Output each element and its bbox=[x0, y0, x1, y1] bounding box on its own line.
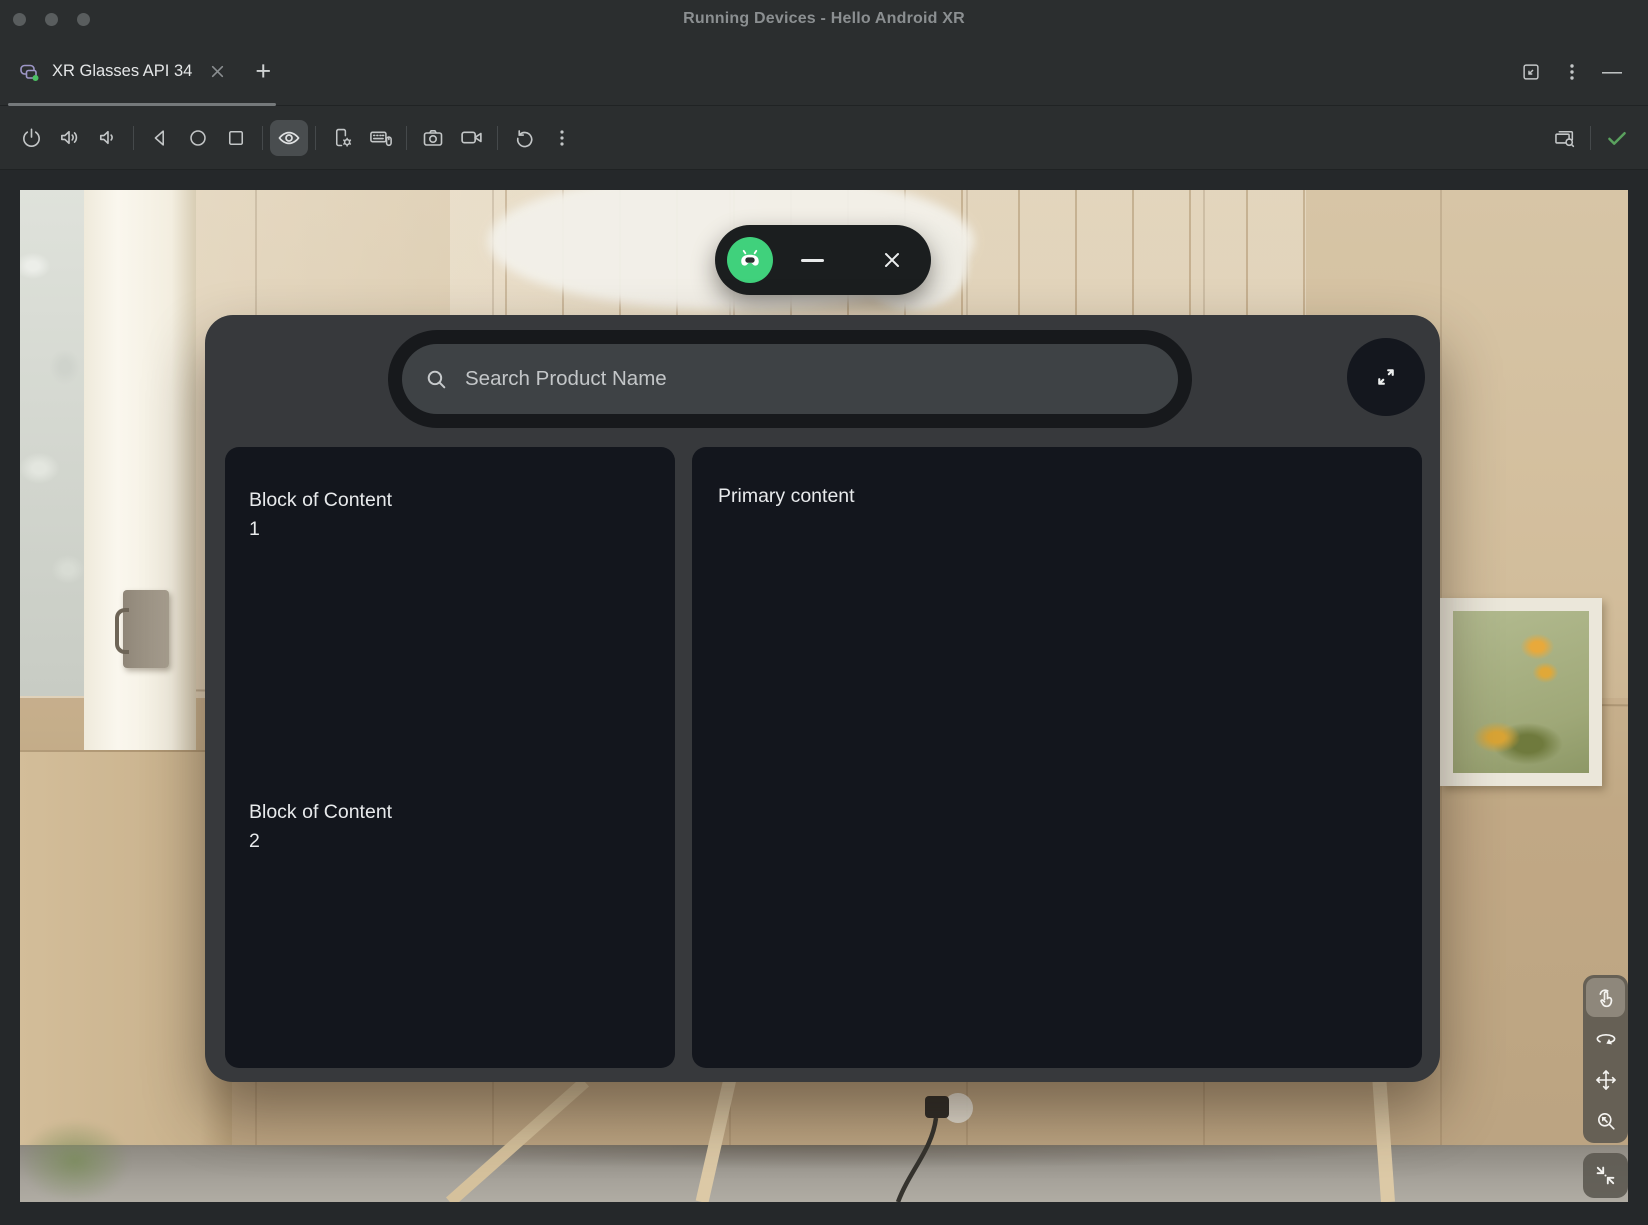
scene-picture-frame bbox=[1440, 598, 1602, 786]
close-tab-icon[interactable] bbox=[210, 64, 225, 79]
toolbar-separator bbox=[315, 126, 316, 150]
pan-mode-icon[interactable] bbox=[1586, 1060, 1625, 1099]
xr-view-mode-toolbar bbox=[1583, 975, 1628, 1143]
active-tab-indicator bbox=[8, 103, 276, 106]
screenshot-icon[interactable] bbox=[414, 120, 452, 156]
dock-window-icon[interactable] bbox=[1520, 61, 1542, 83]
device-ready-check-icon[interactable] bbox=[1598, 120, 1636, 156]
search-input[interactable] bbox=[463, 366, 1156, 392]
scene-door-handle-plate bbox=[123, 590, 169, 668]
search-bar-container bbox=[388, 330, 1192, 428]
volume-up-icon[interactable] bbox=[50, 120, 88, 156]
tab-bar: XR Glasses API 34 + — bbox=[0, 38, 1648, 106]
toolbar-separator bbox=[497, 126, 498, 150]
toolbar-separator bbox=[406, 126, 407, 150]
close-env-icon[interactable] bbox=[852, 249, 931, 271]
primary-content-label: Primary content bbox=[718, 485, 855, 508]
headset-status-icon bbox=[727, 237, 773, 283]
block-index: 2 bbox=[249, 827, 651, 855]
scene-painting bbox=[1453, 611, 1589, 773]
overview-icon[interactable] bbox=[217, 120, 255, 156]
emulator-display[interactable]: Block of Content 1 Block of Content 2 Pr… bbox=[20, 190, 1628, 1202]
xr-glasses-device-icon bbox=[18, 60, 42, 84]
scene-floor-shadow bbox=[200, 1145, 1440, 1175]
minimize-env-icon[interactable] bbox=[773, 258, 852, 263]
orbit-mode-icon[interactable] bbox=[1586, 1019, 1625, 1058]
toolbar-separator bbox=[1590, 126, 1591, 150]
eye-icon[interactable] bbox=[270, 120, 308, 156]
more-options-icon[interactable] bbox=[1562, 62, 1582, 82]
xr-env-control-pill bbox=[715, 225, 931, 295]
expand-fullspace-button[interactable] bbox=[1347, 338, 1425, 416]
running-devices-window: Running Devices - Hello Android XR XR Gl… bbox=[0, 0, 1648, 1225]
block-title: Block of Content bbox=[249, 797, 651, 827]
layout-inspector-icon[interactable] bbox=[1545, 120, 1583, 156]
scene-window-glass bbox=[20, 190, 84, 696]
tab-xr-glasses[interactable]: XR Glasses API 34 bbox=[18, 38, 229, 105]
primary-content-panel[interactable]: Primary content bbox=[692, 447, 1422, 1068]
back-icon[interactable] bbox=[141, 120, 179, 156]
volume-down-icon[interactable] bbox=[88, 120, 126, 156]
device-settings-icon[interactable] bbox=[323, 120, 361, 156]
minimize-icon[interactable]: — bbox=[1602, 62, 1622, 82]
app-spatial-panel: Block of Content 1 Block of Content 2 Pr… bbox=[205, 315, 1440, 1082]
reset-view-icon[interactable] bbox=[505, 120, 543, 156]
zoom-mode-icon[interactable] bbox=[1586, 1101, 1625, 1140]
scene-window-frame bbox=[84, 190, 196, 804]
screen-record-icon[interactable] bbox=[452, 120, 490, 156]
list-item: Block of Content 2 bbox=[249, 797, 651, 855]
search-bar[interactable] bbox=[402, 344, 1178, 414]
more-options-icon[interactable] bbox=[543, 120, 581, 156]
hardware-input-icon[interactable] bbox=[361, 120, 399, 156]
titlebar: Running Devices - Hello Android XR bbox=[0, 0, 1648, 38]
search-icon bbox=[424, 367, 449, 392]
power-icon[interactable] bbox=[12, 120, 50, 156]
scene-door-handle bbox=[115, 608, 129, 654]
block-title: Block of Content bbox=[249, 485, 651, 515]
window-title: Running Devices - Hello Android XR bbox=[0, 10, 1648, 28]
toolbar-separator bbox=[262, 126, 263, 150]
tap-mode-icon[interactable] bbox=[1586, 978, 1625, 1017]
collapse-view-icon[interactable] bbox=[1583, 1153, 1628, 1198]
home-icon[interactable] bbox=[179, 120, 217, 156]
block-index: 1 bbox=[249, 515, 651, 543]
content-list-panel[interactable]: Block of Content 1 Block of Content 2 bbox=[225, 447, 675, 1068]
tab-label: XR Glasses API 34 bbox=[52, 62, 192, 81]
device-toolbar bbox=[0, 106, 1648, 170]
scene-plant bbox=[20, 1120, 130, 1202]
expand-icon bbox=[1373, 364, 1399, 390]
toolbar-separator bbox=[133, 126, 134, 150]
add-tab-button[interactable]: + bbox=[255, 58, 271, 85]
list-item: Block of Content 1 bbox=[249, 485, 651, 543]
